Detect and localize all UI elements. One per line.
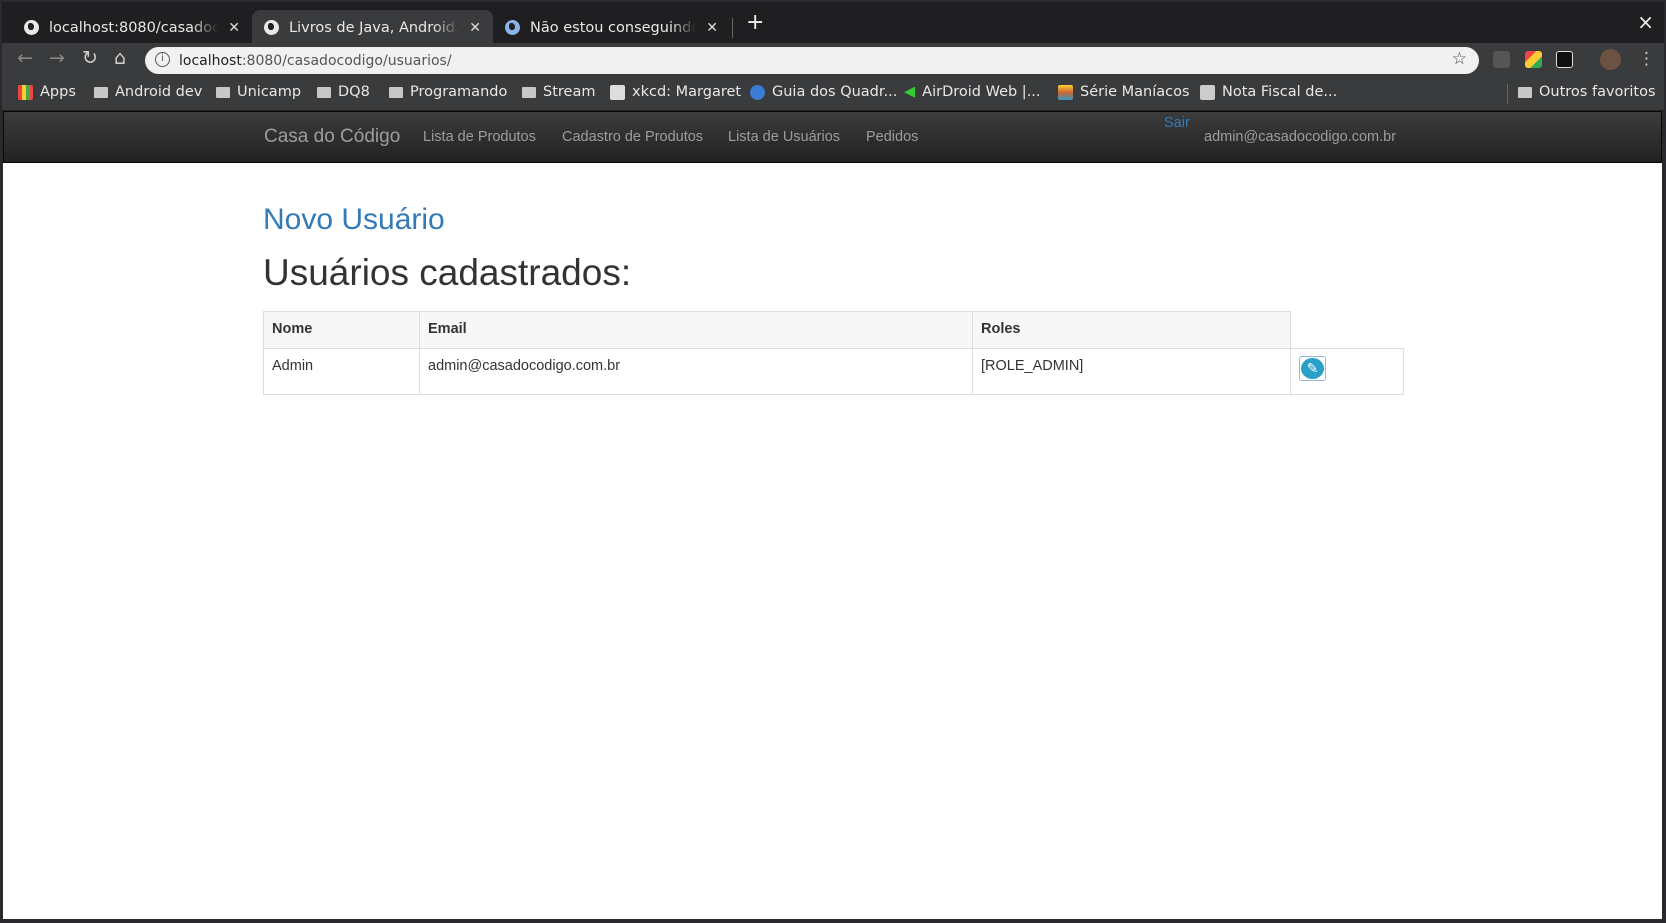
address-bar[interactable]: i localhost:8080/casadocodigo/usuarios/ … [145,47,1479,74]
airdroid-icon: ◀ [904,84,916,100]
edit-icon: ✎ [1301,358,1324,379]
nav-cadastro-produtos[interactable]: Cadastro de Produtos [562,129,703,145]
site-navbar: Casa do Código Lista de Produtos Cadastr… [3,111,1662,163]
tab-forum[interactable]: Não estou conseguindo para✕ [493,10,730,45]
cell-nome: Admin [263,348,420,395]
new-user-link[interactable]: Novo Usuário [263,203,1404,237]
column-header-email: Email [419,311,973,349]
extension-icon[interactable] [1493,51,1510,68]
cell-roles: [ROLE_ADMIN] [972,348,1291,395]
bookmark-nota-fiscal[interactable]: Nota Fiscal de... [1200,84,1337,100]
bookmark-other[interactable]: Outros favoritos [1518,84,1656,100]
close-tab-icon[interactable]: ✕ [706,20,718,36]
xkcd-icon [610,84,625,100]
extension-icon[interactable] [1556,51,1573,68]
edit-user-button[interactable]: ✎ [1299,356,1326,381]
nota-fiscal-icon [1200,84,1215,100]
nav-lista-usuarios[interactable]: Lista de Usuários [728,129,840,145]
nav-pedidos[interactable]: Pedidos [866,129,918,145]
page-viewport: Casa do Código Lista de Produtos Cadastr… [3,111,1662,919]
folder-icon [389,86,403,98]
bookmark-apps[interactable]: Apps [18,84,76,100]
tab-strip: localhost:8080/casadocodigo/usuarios/✕ L… [2,2,1664,45]
bookmark-guia[interactable]: Guia dos Quadr... [750,84,897,100]
new-tab-button[interactable]: + [746,10,764,35]
column-header-roles: Roles [972,311,1291,349]
main-content: Novo Usuário Usuários cadastrados: Nome … [263,203,1404,395]
download-extension-icon[interactable] [1525,51,1542,68]
bookmark-airdroid[interactable]: ◀ AirDroid Web |... [904,84,1041,100]
logout-link[interactable]: Sair [1164,115,1190,131]
globe-icon [264,20,279,35]
guia-icon [750,84,765,100]
reload-icon[interactable]: ↻ [82,47,98,69]
tab-divider [732,18,733,38]
folder-icon [317,86,331,98]
menu-icon[interactable]: ⋮ [1638,49,1655,69]
forward-icon[interactable]: → [49,47,65,69]
info-icon[interactable]: i [155,52,170,67]
bookmarks-bar: Apps Android dev Unicamp DQ8 Programando… [2,77,1664,111]
cell-actions: ✎ [1290,348,1404,395]
page-title: Usuários cadastrados: [263,252,632,293]
forum-favicon-icon [505,20,520,35]
bookmark-unicamp[interactable]: Unicamp [216,84,301,100]
tab-livros[interactable]: Livros de Java, Android, iPhone✕ [252,10,493,45]
bookmark-stream[interactable]: Stream [522,84,595,100]
bookmark-xkcd[interactable]: xkcd: Margaret [610,84,741,100]
close-tab-icon[interactable]: ✕ [228,20,240,36]
close-tab-icon[interactable]: ✕ [469,20,481,36]
folder-icon [522,86,536,98]
bookmark-divider [1507,84,1508,104]
bookmark-dq8[interactable]: DQ8 [317,84,370,100]
apps-icon [18,84,33,100]
globe-icon [24,20,39,35]
bookmark-programando[interactable]: Programando [389,84,507,100]
back-icon[interactable]: ← [17,47,33,69]
browser-toolbar: ← → ↻ ⌂ i localhost:8080/casadocodigo/us… [2,43,1664,77]
folder-icon [216,86,230,98]
sm-icon [1058,84,1073,100]
avatar[interactable] [1600,49,1621,70]
table-row: Admin admin@casadocodigo.com.br [ROLE_AD… [263,348,1404,395]
user-email: admin@casadocodigo.com.br [1204,129,1397,145]
folder-icon [1518,86,1532,98]
bookmark-serie-maniacos[interactable]: Série Maníacos [1058,84,1190,100]
column-header-nome: Nome [263,311,420,349]
column-header-actions [1290,311,1404,349]
home-icon[interactable]: ⌂ [114,47,126,69]
tab-usuarios[interactable]: localhost:8080/casadocodigo/usuarios/✕ [12,10,252,45]
nav-lista-produtos[interactable]: Lista de Produtos [423,129,536,145]
brand-link[interactable]: Casa do Código [264,126,400,148]
cell-email: admin@casadocodigo.com.br [419,348,973,395]
folder-icon [94,86,108,98]
users-table: Nome Email Roles Admin admin@casadocodig… [263,311,1404,395]
bookmark-android-dev[interactable]: Android dev [94,84,202,100]
bookmark-star-icon[interactable]: ☆ [1452,49,1467,69]
close-window-button[interactable]: × [1637,10,1654,34]
